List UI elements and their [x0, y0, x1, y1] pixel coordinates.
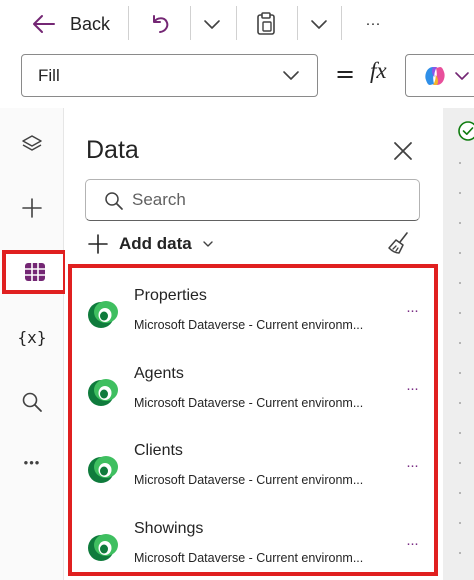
- variables-icon: {x}: [17, 327, 47, 347]
- broom-icon: [388, 232, 408, 254]
- add-data-label: Add data: [119, 234, 192, 253]
- data-panel: Data Add data: [65, 108, 443, 580]
- grid-dot: [459, 492, 461, 494]
- grid-dot: [459, 342, 461, 344]
- grid-dot: [459, 162, 461, 164]
- data-source-name: Showings: [134, 520, 204, 537]
- chevron-down-icon: [311, 20, 327, 29]
- grid-dot: [459, 222, 461, 224]
- chevron-down-icon: [204, 20, 220, 29]
- data-source-description: Microsoft Dataverse - Current environm..…: [134, 318, 364, 332]
- data-source-description: Microsoft Dataverse - Current environm..…: [134, 396, 364, 410]
- list-item[interactable]: Agents Microsoft Dataverse - Current env…: [72, 354, 434, 424]
- paste-button[interactable]: [252, 10, 280, 38]
- dataverse-icon: [88, 301, 118, 328]
- close-icon: [394, 142, 412, 160]
- grid-dot: [459, 312, 461, 314]
- panel-title: Data: [86, 136, 139, 164]
- grid-dot: [459, 432, 461, 434]
- toolbar-divider: [128, 6, 129, 40]
- grid-dot: [459, 252, 461, 254]
- tree-view-button[interactable]: [0, 122, 64, 166]
- data-source-description: Microsoft Dataverse - Current environm..…: [134, 473, 364, 487]
- data-grid-icon: [24, 263, 45, 281]
- property-dropdown[interactable]: Fill: [21, 54, 318, 97]
- clear-unused-button[interactable]: [386, 230, 412, 261]
- search-button[interactable]: [0, 380, 64, 424]
- equals-sign: =: [335, 60, 356, 88]
- data-source-name: Properties: [134, 287, 207, 304]
- search-icon: [22, 392, 42, 412]
- toolbar-divider: [341, 6, 342, 40]
- grid-dot: [459, 372, 461, 374]
- grid-dot: [459, 462, 461, 464]
- clipboard-icon: [257, 12, 275, 35]
- more-icon[interactable]: •••: [0, 440, 64, 484]
- list-item[interactable]: Clients Microsoft Dataverse - Current en…: [72, 431, 434, 501]
- insert-button[interactable]: [0, 186, 64, 230]
- layers-icon: [22, 135, 42, 151]
- check-circle-icon: [458, 121, 474, 141]
- data-source-name: Clients: [134, 442, 183, 459]
- data-source-list: Properties Microsoft Dataverse - Current…: [68, 264, 438, 576]
- close-button[interactable]: [390, 138, 416, 164]
- copilot-icon: [425, 67, 445, 85]
- data-source-name: Agents: [134, 365, 184, 382]
- toolbar-divider: [190, 6, 191, 40]
- data-button[interactable]: [2, 250, 67, 294]
- more-options-button[interactable]: ···: [406, 535, 419, 552]
- undo-dropdown-button[interactable]: [199, 12, 225, 36]
- chevron-down-icon: [455, 72, 469, 80]
- copilot-button[interactable]: [405, 54, 474, 97]
- list-item[interactable]: Showings Microsoft Dataverse - Current e…: [72, 509, 434, 579]
- chevron-down-icon: [203, 241, 213, 247]
- back-label: Back: [70, 13, 111, 34]
- grid-dot: [459, 522, 461, 524]
- paste-dropdown-button[interactable]: [306, 12, 332, 36]
- grid-dot: [459, 282, 461, 284]
- more-commands-button[interactable]: ···: [358, 10, 388, 36]
- list-item[interactable]: Properties Microsoft Dataverse - Current…: [72, 276, 434, 346]
- variables-button[interactable]: {x}: [0, 315, 64, 359]
- search-icon: [105, 192, 123, 210]
- grid-dot: [459, 552, 461, 554]
- data-source-description: Microsoft Dataverse - Current environm..…: [134, 551, 364, 565]
- property-value: Fill: [38, 65, 60, 85]
- dataverse-icon: [88, 534, 118, 561]
- undo-icon: [153, 15, 169, 33]
- search-box[interactable]: [85, 179, 420, 221]
- dataverse-icon: [88, 456, 118, 483]
- arrow-left-icon: [33, 15, 55, 33]
- more-options-button[interactable]: ···: [406, 302, 419, 319]
- plus-icon: [22, 198, 42, 218]
- add-data-button[interactable]: Add data: [87, 230, 214, 258]
- more-options-button[interactable]: ···: [406, 457, 419, 474]
- fx-icon[interactable]: fx: [370, 58, 387, 84]
- plus-icon: [88, 234, 108, 254]
- chevron-down-icon: [283, 71, 299, 80]
- more-options-button[interactable]: ···: [406, 380, 419, 397]
- toolbar-divider: [297, 6, 298, 40]
- canvas-area[interactable]: [443, 108, 474, 580]
- dataverse-icon: [88, 379, 118, 406]
- back-button[interactable]: Back: [30, 8, 110, 40]
- grid-dot: [459, 402, 461, 404]
- command-bar: Back ···: [0, 0, 474, 48]
- undo-button[interactable]: [146, 10, 174, 38]
- toolbar-divider: [236, 6, 237, 40]
- search-input[interactable]: [132, 188, 402, 212]
- grid-dot: [459, 192, 461, 194]
